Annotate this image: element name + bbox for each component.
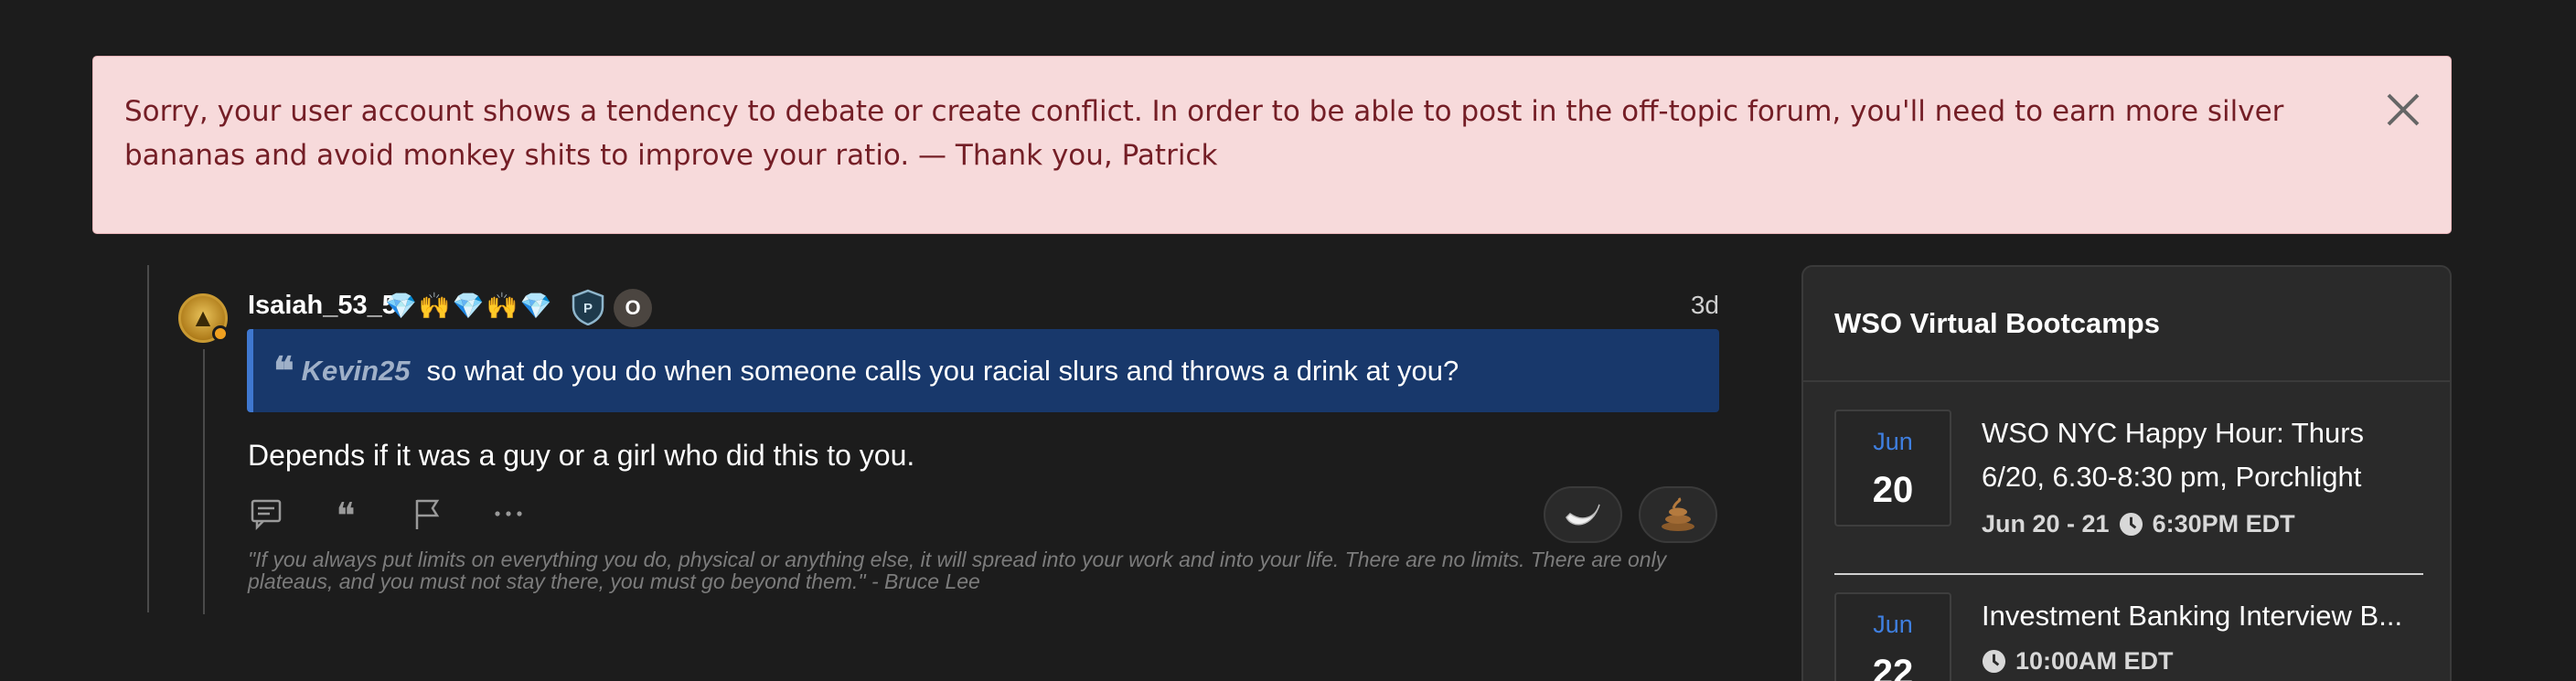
- reply-icon[interactable]: [248, 495, 284, 532]
- thread-line: [147, 265, 149, 612]
- more-icon[interactable]: [490, 495, 527, 532]
- silver-banana-button[interactable]: [1544, 486, 1622, 543]
- monkey-shit-icon: [1662, 497, 1694, 531]
- clock-icon: [2119, 512, 2143, 537]
- monkey-shit-button[interactable]: [1639, 486, 1717, 543]
- post-username[interactable]: Isaiah_53_5: [248, 291, 397, 321]
- svg-text:❝: ❝: [336, 495, 356, 532]
- sidebar-divider: [1803, 380, 2450, 382]
- event-date: Jun 22: [1834, 592, 1951, 681]
- event-title[interactable]: WSO NYC Happy Hour: Thurs 6/20, 6.30-8:3…: [1982, 411, 2421, 499]
- premium-shield-badge[interactable]: P: [571, 289, 605, 326]
- avatar[interactable]: ▲: [178, 293, 229, 343]
- alert-message: Sorry, your user account shows a tendenc…: [124, 95, 2284, 172]
- conflict-alert: Sorry, your user account shows a tendenc…: [92, 56, 2452, 234]
- reply-line: [203, 349, 205, 614]
- quote-icon[interactable]: ❝: [327, 495, 364, 537]
- quote-mark-icon: ❝: [273, 347, 294, 393]
- post-timestamp[interactable]: 3d: [1691, 291, 1719, 320]
- bootcamps-sidebar: WSO Virtual Bootcamps Jun 20 WSO NYC Hap…: [1801, 265, 2452, 681]
- post-body: Depends if it was a guy or a girl who di…: [248, 439, 915, 472]
- event-item[interactable]: Jun 20 WSO NYC Happy Hour: Thurs 6/20, 6…: [1834, 410, 2420, 556]
- close-icon[interactable]: [2383, 90, 2423, 130]
- event-meta: 10:00AM EDT: [1982, 647, 2174, 676]
- silver-banana-icon: [1566, 504, 1600, 526]
- event-time: 10:00AM EDT: [2015, 647, 2174, 675]
- user-signature: "If you always put limits on everything …: [248, 548, 1667, 593]
- raised-hands-icon: 🙌: [418, 292, 451, 320]
- quote-author[interactable]: Kevin25: [302, 355, 411, 388]
- diamond-icon: 💎: [452, 292, 485, 320]
- event-date-range: Jun 20 - 21: [1982, 510, 2110, 537]
- event-date: Jun 20: [1834, 410, 1951, 527]
- user-level-badge[interactable]: O: [614, 289, 652, 327]
- event-item[interactable]: Jun 22 Investment Banking Interview B...…: [1834, 592, 2420, 681]
- event-month: Jun: [1873, 428, 1913, 455]
- event-month: Jun: [1873, 611, 1913, 638]
- event-divider: [1834, 573, 2423, 575]
- event-day: 20: [1872, 470, 1914, 510]
- event-meta: Jun 20 - 21 6:30PM EDT: [1982, 510, 2295, 538]
- diamond-icon: 💎: [385, 292, 417, 320]
- clock-icon: [1982, 649, 2006, 674]
- event-title[interactable]: Investment Banking Interview B...: [1982, 594, 2421, 638]
- diamond-icon: 💎: [519, 292, 552, 320]
- quoted-reply[interactable]: ❝ Kevin25 so what do you do when someone…: [247, 329, 1719, 412]
- sidebar-title[interactable]: WSO Virtual Bootcamps: [1834, 307, 2160, 340]
- event-day: 22: [1872, 653, 1914, 681]
- user-flair: 💎 🙌 💎 🙌 💎: [385, 289, 551, 324]
- raised-hands-icon: 🙌: [486, 292, 518, 320]
- flag-icon[interactable]: [409, 495, 445, 532]
- online-status-dot: [212, 325, 229, 342]
- quote-text: so what do you do when someone calls you…: [426, 354, 1459, 387]
- event-time: 6:30PM EDT: [2152, 510, 2295, 537]
- badge-p-label: P: [583, 301, 593, 316]
